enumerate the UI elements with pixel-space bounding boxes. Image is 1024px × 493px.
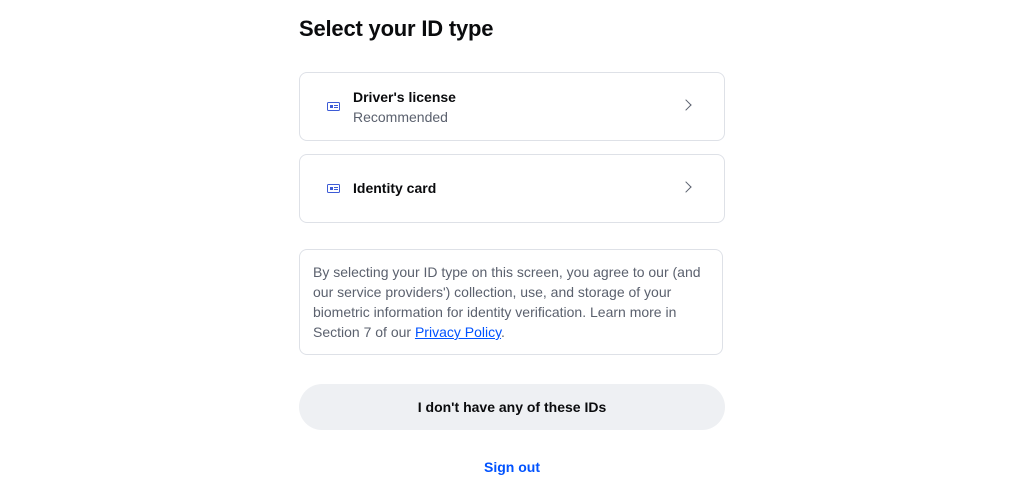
page-title: Select your ID type bbox=[299, 16, 494, 41]
option-identity-card[interactable]: Identity card bbox=[299, 154, 725, 223]
sign-out-link[interactable]: Sign out bbox=[299, 459, 725, 475]
option-subtitle: Recommended bbox=[353, 109, 448, 125]
privacy-policy-link[interactable]: Privacy Policy bbox=[415, 324, 501, 340]
no-id-button[interactable]: I don't have any of these IDs bbox=[299, 384, 725, 430]
id-card-icon bbox=[327, 102, 340, 111]
option-drivers-license[interactable]: Driver's license Recommended bbox=[299, 72, 725, 141]
chevron-right-icon bbox=[680, 99, 692, 111]
chevron-right-icon bbox=[680, 181, 692, 193]
consent-text: By selecting your ID type on this screen… bbox=[313, 264, 701, 340]
consent-text-end: . bbox=[501, 324, 505, 340]
option-title: Driver's license bbox=[353, 89, 456, 105]
id-card-icon bbox=[327, 184, 340, 193]
consent-notice: By selecting your ID type on this screen… bbox=[299, 249, 723, 355]
option-title: Identity card bbox=[353, 180, 437, 196]
